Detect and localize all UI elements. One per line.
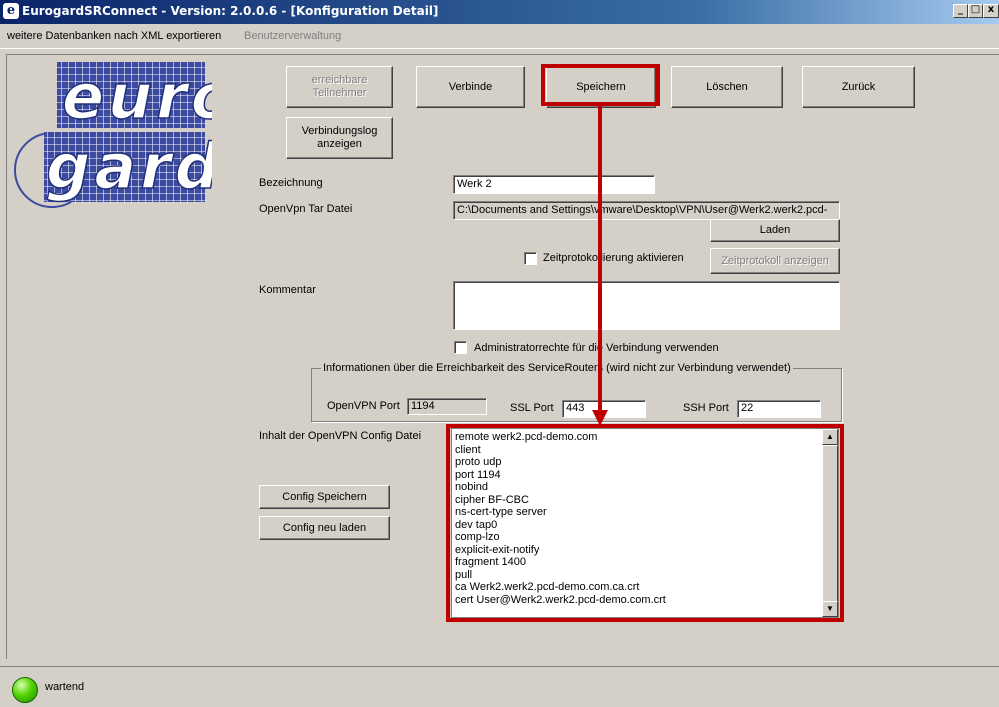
verbindungslog-button[interactable]: Verbindungslog anzeigen <box>286 117 393 159</box>
laden-button[interactable]: Laden <box>710 219 840 242</box>
reachability-group-title: Informationen über die Erreichbarkeit de… <box>321 362 793 374</box>
config-speichern-button[interactable]: Config Speichern <box>259 485 390 509</box>
zurueck-button[interactable]: Zurück <box>802 66 915 108</box>
openvpn-tar-label: OpenVpn Tar Datei <box>259 203 353 215</box>
verbinde-button[interactable]: Verbinde <box>416 66 525 108</box>
eurogard-logo: euro gard <box>14 60 212 208</box>
title-bar[interactable]: e EurogardSRConnect - Version: 2.0.0.6 -… <box>0 0 999 24</box>
close-button[interactable]: x <box>983 4 999 18</box>
logo-text-top: euro <box>62 60 212 133</box>
ssl-port-label: SSL Port <box>510 402 554 414</box>
config-neu-laden-button[interactable]: Config neu laden <box>259 516 390 540</box>
loeschen-button[interactable]: Löschen <box>671 66 783 108</box>
ssh-port-label: SSH Port <box>683 402 729 414</box>
zeitprotokoll-anzeigen-button[interactable]: Zeitprotokoll anzeigen <box>710 248 840 274</box>
zeitprotokoll-checkbox-label: Zeitprotokollierung aktivieren <box>543 252 684 264</box>
menu-export-xml[interactable]: weitere Datenbanken nach XML exportieren <box>7 30 221 42</box>
admin-checkbox[interactable] <box>454 341 467 354</box>
ssh-port-input[interactable]: 22 <box>737 400 821 418</box>
openvpn-port-label: OpenVPN Port <box>327 400 400 412</box>
bezeichnung-input[interactable]: Werk 2 <box>453 175 655 194</box>
status-bar: wartend <box>0 666 999 707</box>
config-content-label: Inhalt der OpenVPN Config Datei <box>259 430 422 442</box>
speichern-highlight <box>541 64 660 106</box>
openvpn-tar-input[interactable]: C:\Documents and Settings\vmware\Desktop… <box>453 201 840 220</box>
maximize-button[interactable]: □ <box>968 4 983 18</box>
config-highlight <box>446 424 844 622</box>
kommentar-label: Kommentar <box>259 284 316 296</box>
app-icon: e <box>3 3 19 19</box>
minimize-button[interactable]: _ <box>953 4 968 18</box>
erreichbare-teilnehmer-button[interactable]: erreichbare Teilnehmer <box>286 66 393 108</box>
arrow-icon <box>592 104 608 426</box>
bezeichnung-label: Bezeichnung <box>259 177 323 189</box>
status-text: wartend <box>45 681 85 693</box>
menu-bar: weitere Datenbanken nach XML exportieren… <box>0 24 999 49</box>
openvpn-port-input[interactable]: 1194 <box>407 398 487 415</box>
zeitprotokoll-checkbox[interactable] <box>524 252 537 265</box>
logo-text-bottom: gard <box>46 130 212 203</box>
status-led-icon <box>12 677 38 703</box>
menu-user-management[interactable]: Benutzerverwaltung <box>244 30 341 42</box>
window-title: EurogardSRConnect - Version: 2.0.0.6 - [… <box>22 4 439 18</box>
kommentar-textarea[interactable] <box>453 281 840 330</box>
